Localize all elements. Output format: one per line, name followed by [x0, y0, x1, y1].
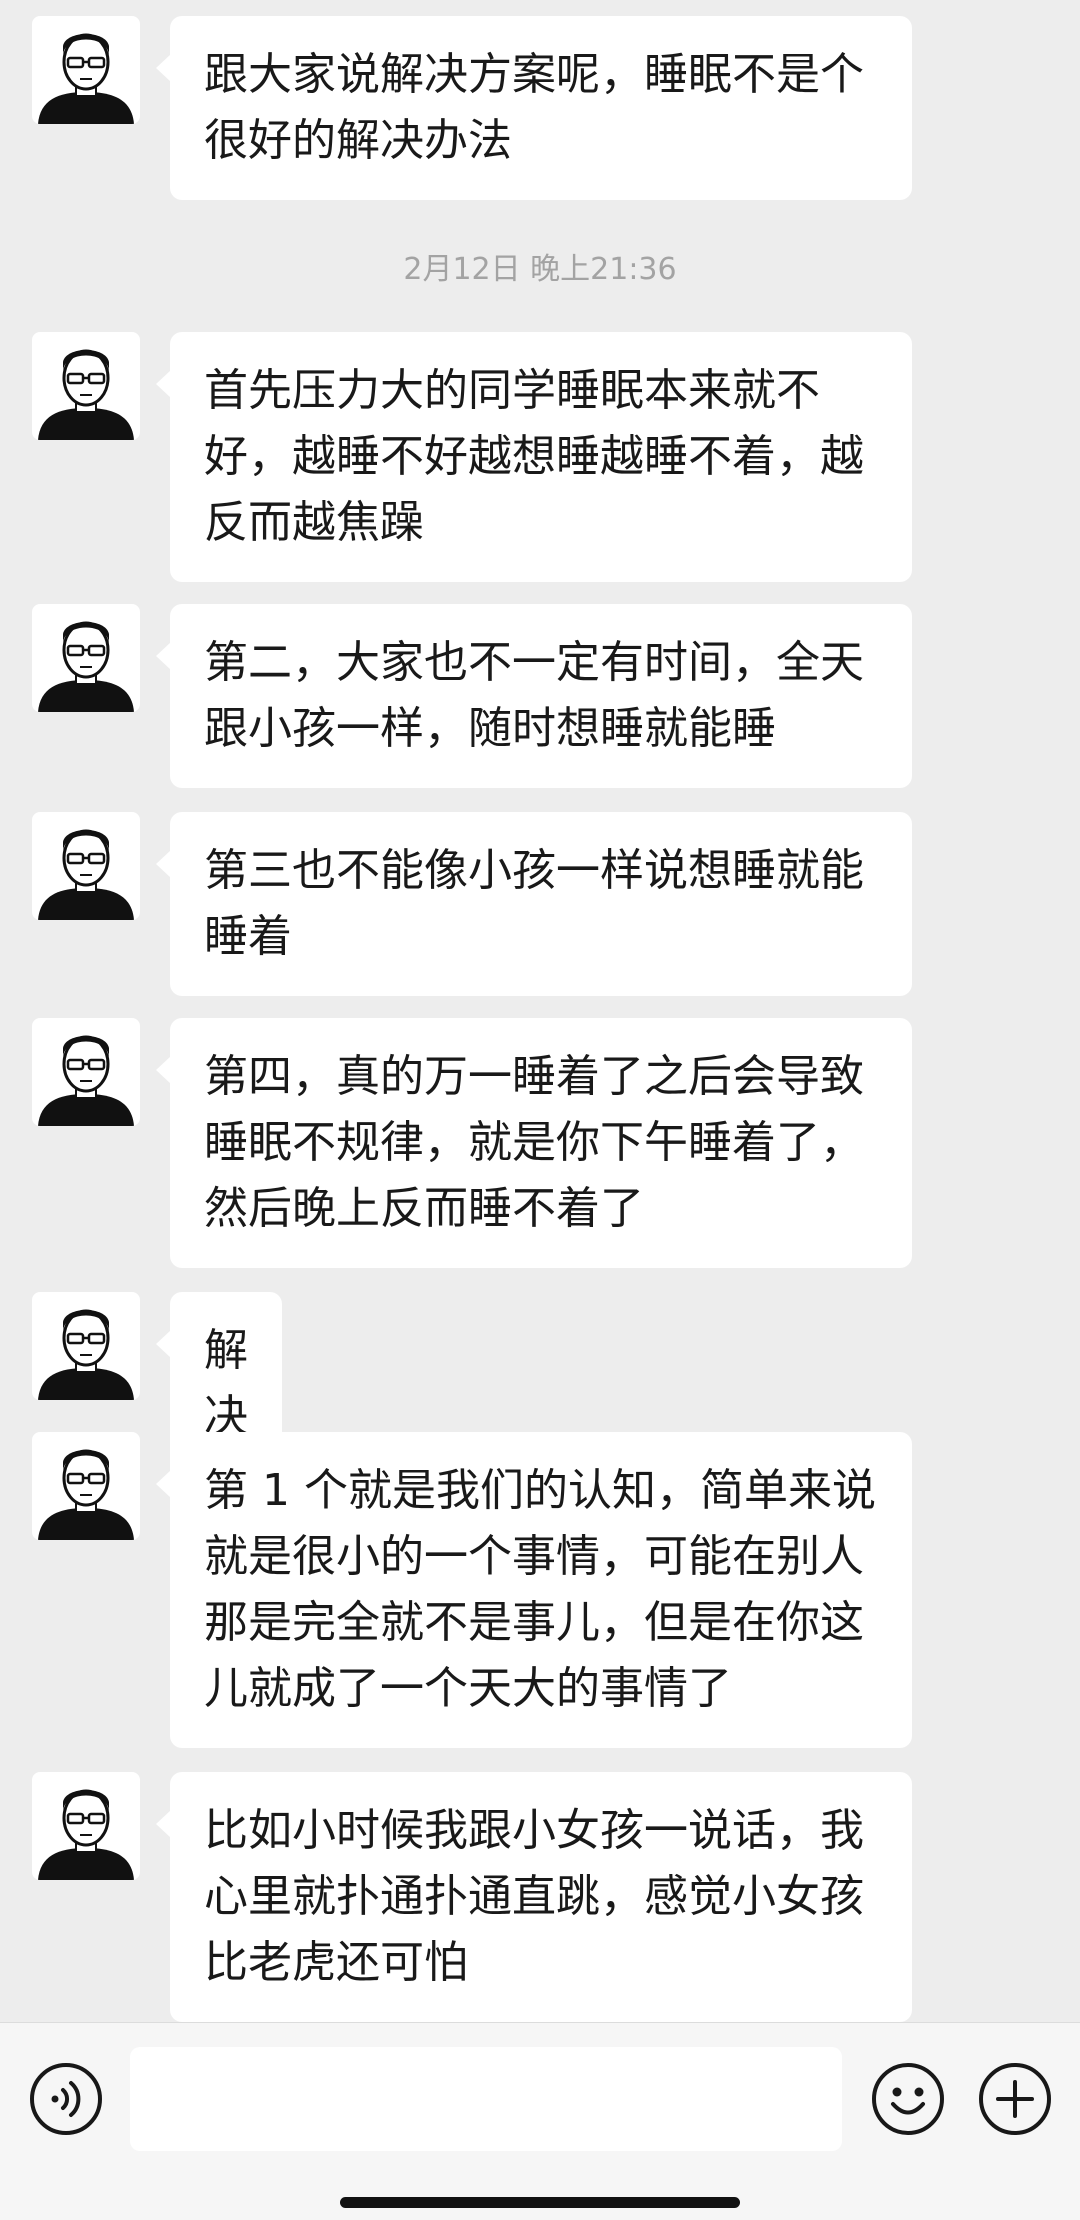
chat-area: 跟大家说解决方案呢，睡眠不是个很好的解决办法 2月12日 晚上21:36 首先压…	[0, 0, 1080, 2022]
message-bubble[interactable]: 比如小时候我跟小女孩一说话，我心里就扑通扑通直跳，感觉小女孩比老虎还可怕	[156, 1772, 912, 2022]
avatar[interactable]	[32, 16, 140, 124]
home-indicator[interactable]	[340, 2197, 740, 2208]
message-bubble[interactable]: 首先压力大的同学睡眠本来就不好，越睡不好越想睡越睡不着，越反而越焦躁	[156, 332, 912, 582]
message-input[interactable]	[130, 2047, 842, 2151]
voice-icon[interactable]	[28, 2061, 104, 2137]
avatar[interactable]	[32, 1292, 140, 1400]
message-bubble[interactable]: 第三也不能像小孩一样说想睡就能睡着	[156, 812, 912, 996]
avatar[interactable]	[32, 1432, 140, 1540]
timestamp: 2月12日 晚上21:36	[403, 252, 677, 287]
chat-input-bar	[0, 2022, 1080, 2220]
message-bubble[interactable]: 第 1 个就是我们的认知，简单来说就是很小的一个事情，可能在别人那是完全就不是事…	[156, 1432, 912, 1748]
emoji-icon[interactable]	[870, 2061, 946, 2137]
avatar[interactable]	[32, 604, 140, 712]
avatar[interactable]	[32, 812, 140, 920]
avatar[interactable]	[32, 1018, 140, 1126]
message-bubble[interactable]: 跟大家说解决方案呢，睡眠不是个很好的解决办法	[156, 16, 912, 200]
avatar[interactable]	[32, 1772, 140, 1880]
avatar[interactable]	[32, 332, 140, 440]
add-icon[interactable]	[977, 2061, 1053, 2137]
message-bubble[interactable]: 第四，真的万一睡着了之后会导致睡眠不规律，就是你下午睡着了，然后晚上反而睡不着了	[156, 1018, 912, 1268]
message-bubble[interactable]: 第二，大家也不一定有时间，全天跟小孩一样，随时想睡就能睡	[156, 604, 912, 788]
